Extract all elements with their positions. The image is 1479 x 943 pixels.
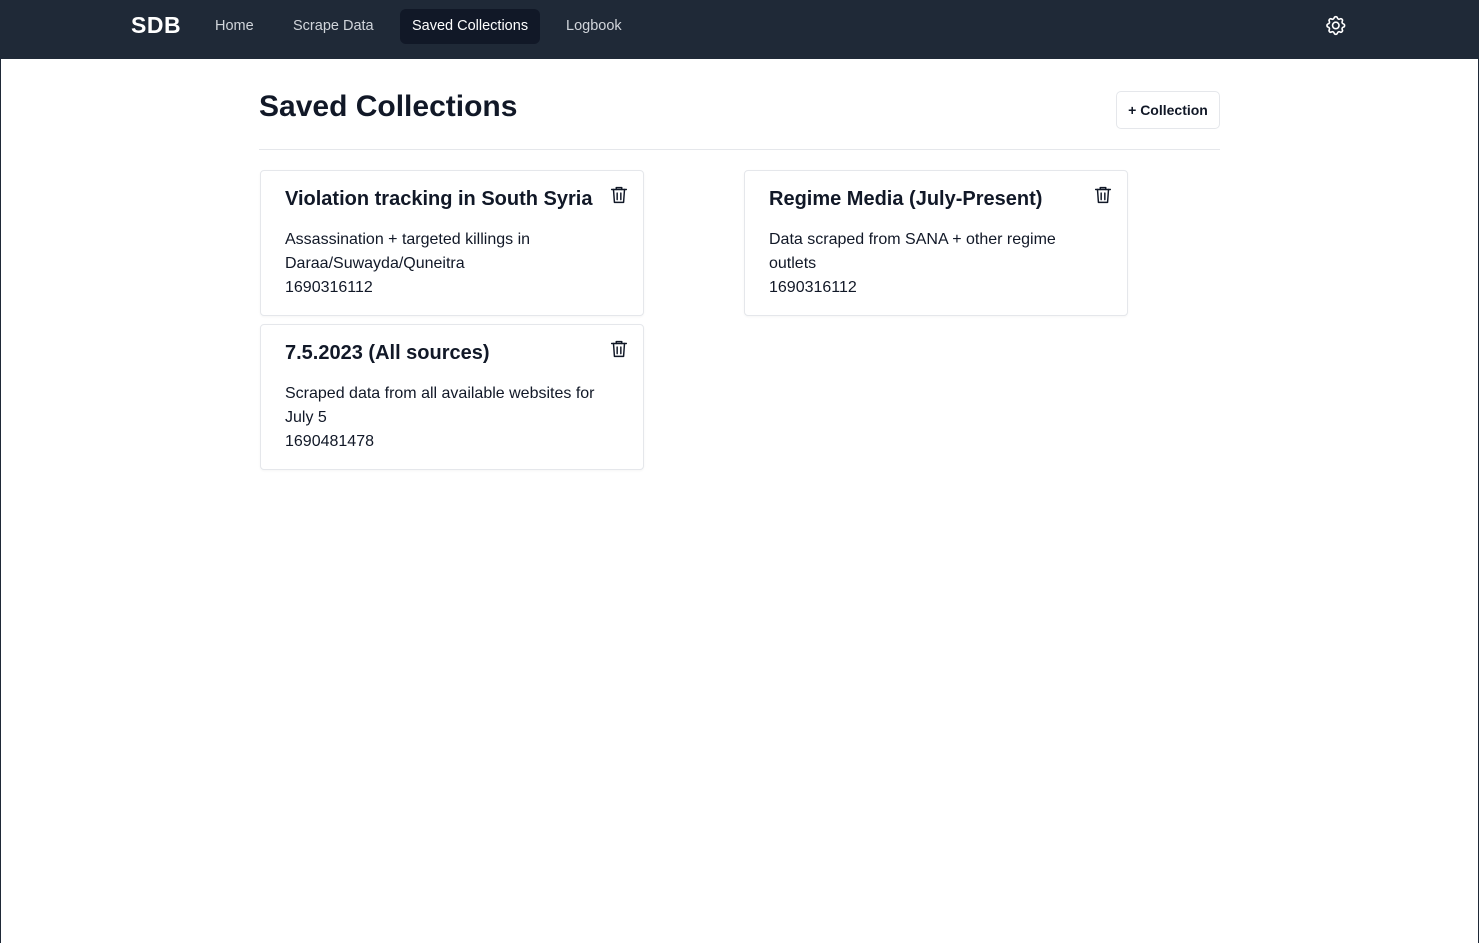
header-divider [259, 149, 1220, 150]
nav-link-saved-collections[interactable]: Saved Collections [400, 9, 541, 44]
nav-link-home[interactable]: Home [203, 9, 266, 44]
trash-icon[interactable] [608, 338, 630, 360]
trash-icon[interactable] [1092, 184, 1114, 206]
collection-timestamp: 1690316112 [769, 279, 857, 296]
collection-description: Data scraped from SANA + other regime ou… [769, 231, 1056, 272]
collection-timestamp: 1690481478 [285, 433, 374, 450]
brand-logo[interactable]: SDB [131, 12, 181, 39]
collection-title: 7.5.2023 (All sources) [285, 342, 490, 364]
trash-icon[interactable] [608, 184, 630, 206]
collection-title: Regime Media (July-Present) [769, 188, 1043, 210]
collection-timestamp: 1690316112 [285, 279, 373, 296]
collection-card[interactable]: Violation tracking in South Syria Assass… [260, 170, 644, 316]
nav-link-logbook[interactable]: Logbook [554, 9, 634, 44]
collection-card[interactable]: Regime Media (July-Present) Data scraped… [744, 170, 1128, 316]
add-collection-button[interactable]: + Collection [1116, 91, 1220, 129]
gear-icon[interactable] [1323, 14, 1349, 40]
collection-description: Assassination + targeted killings in Dar… [285, 231, 531, 272]
collection-description: Scraped data from all available websites… [285, 385, 595, 426]
top-navbar: SDB Home Scrape Data Saved Collections L… [0, 0, 1479, 59]
nav-link-scrape-data[interactable]: Scrape Data [281, 9, 386, 44]
page-title: Saved Collections [259, 90, 518, 123]
collection-title: Violation tracking in South Syria [285, 188, 593, 210]
collection-card[interactable]: 7.5.2023 (All sources) Scraped data from… [260, 324, 644, 470]
